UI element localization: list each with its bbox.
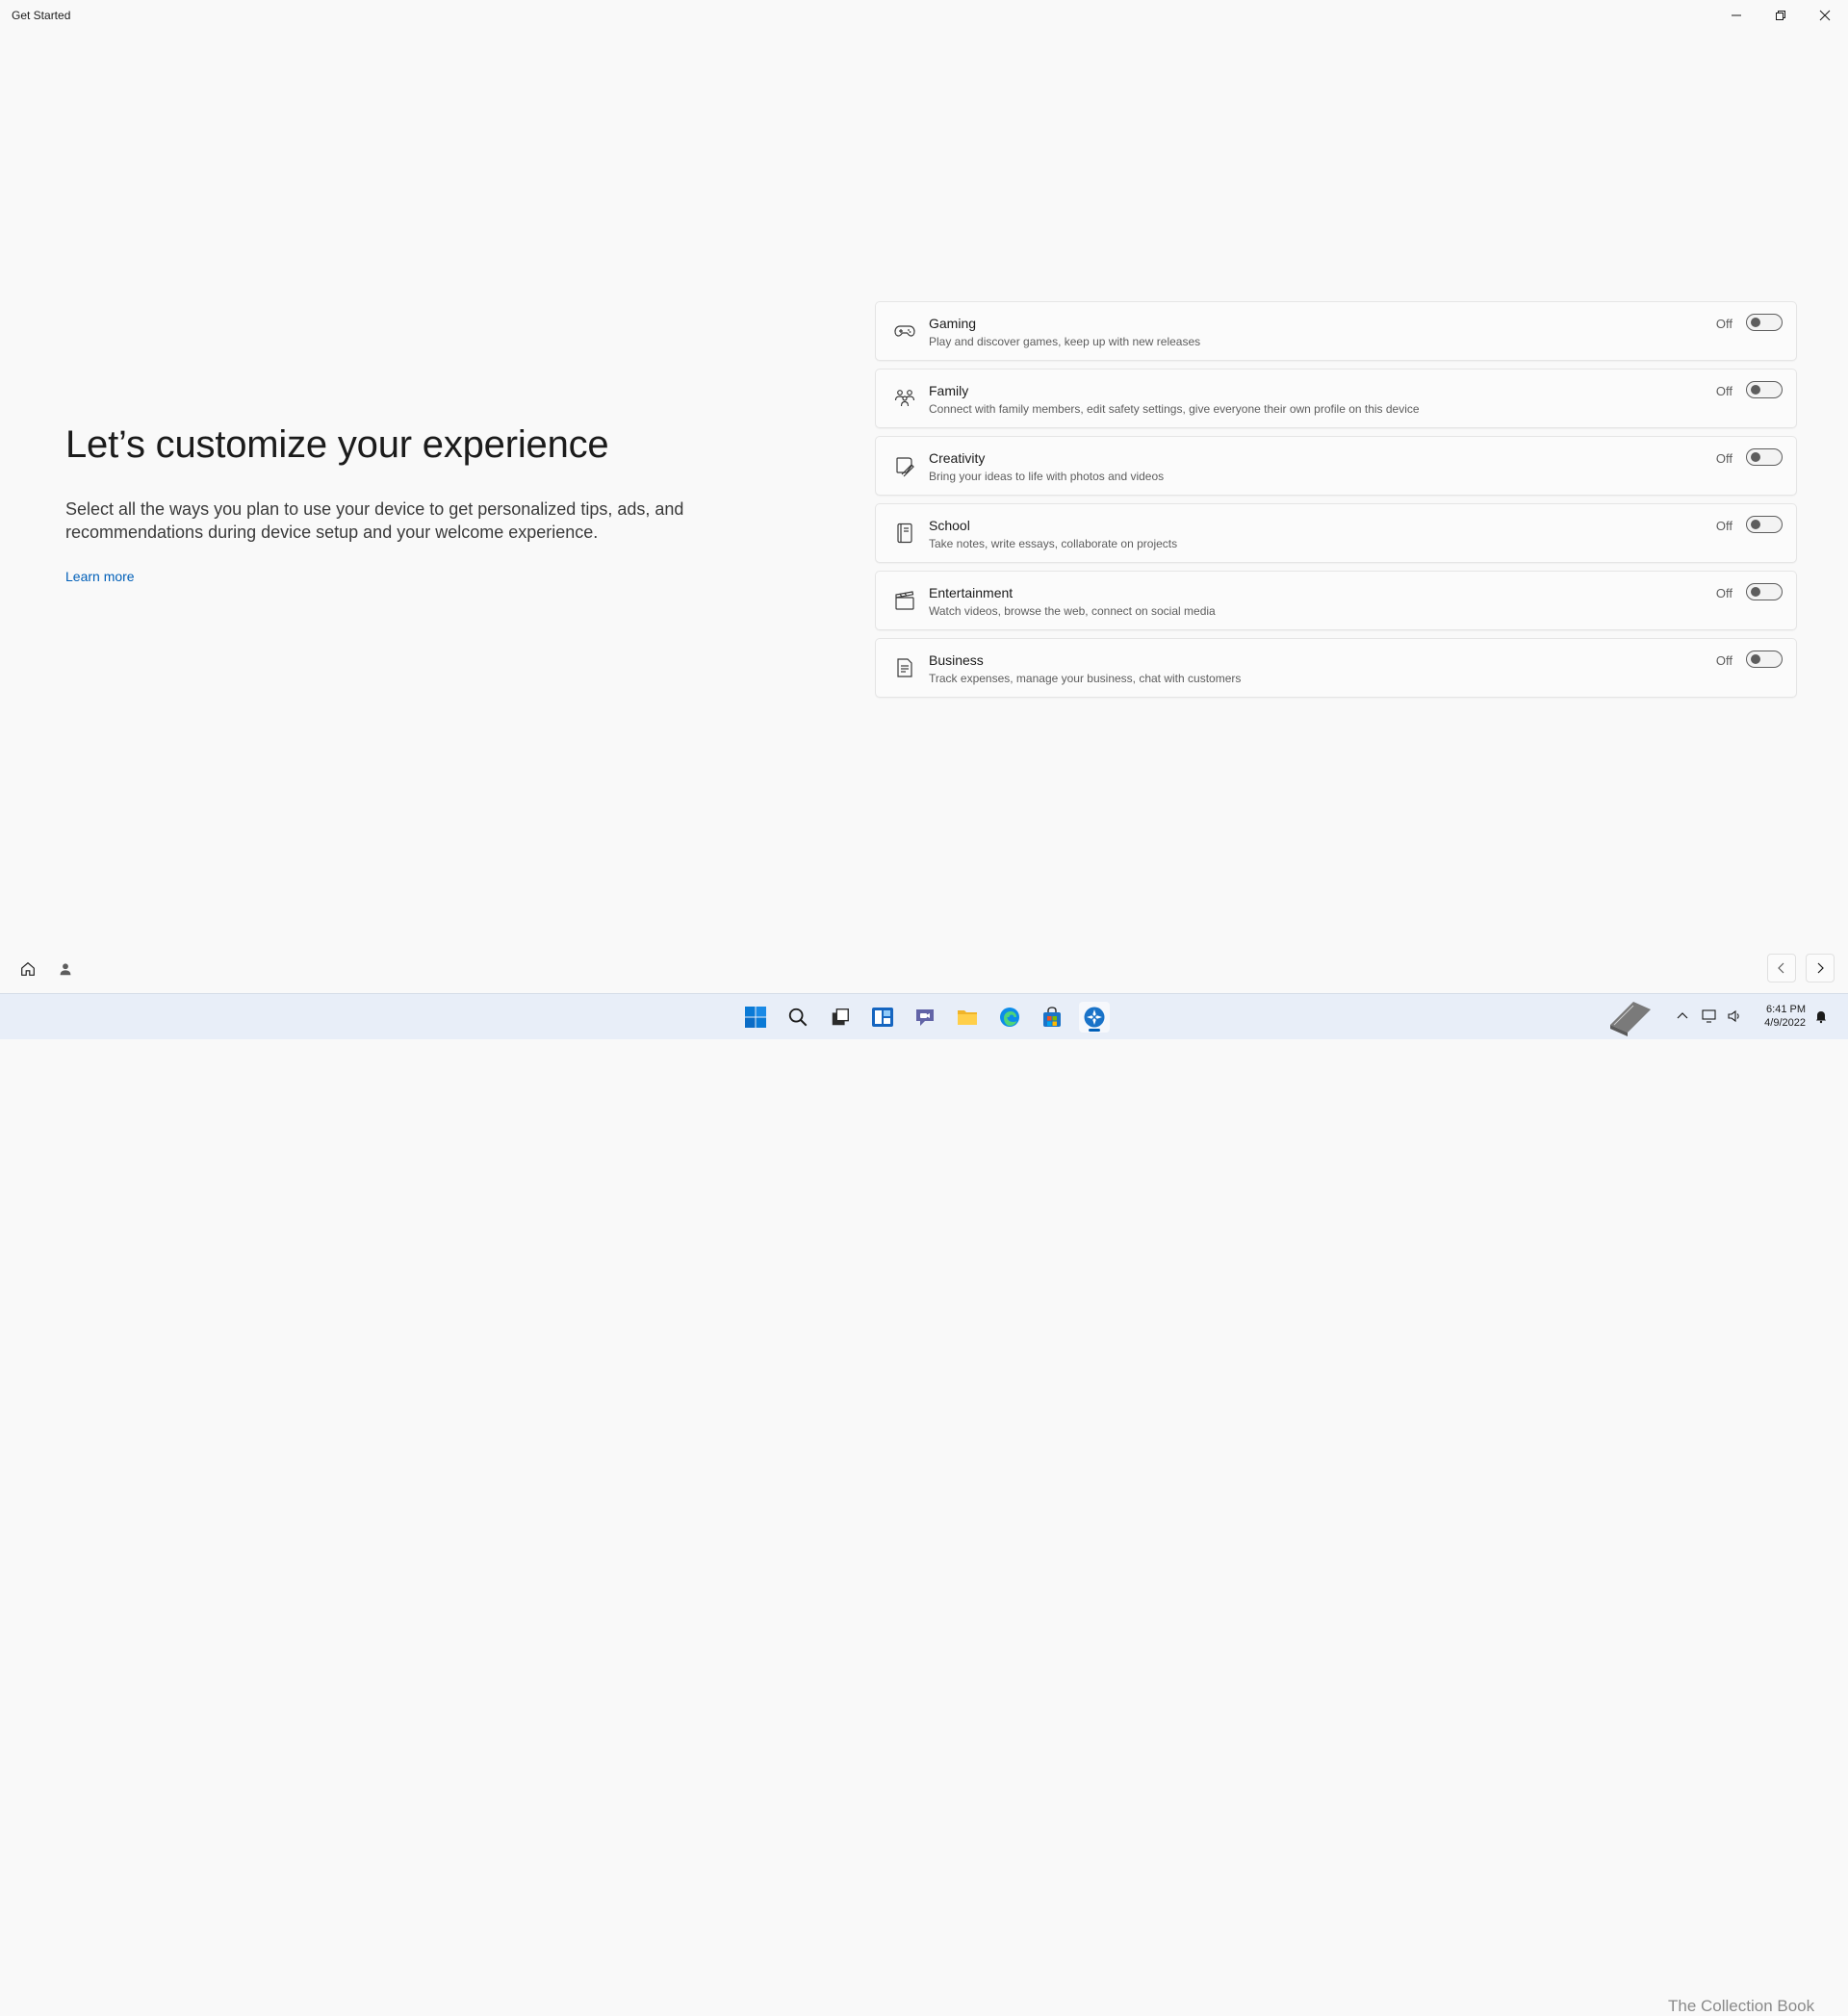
- watermark-text: The Collection Book: [1668, 1997, 1815, 2015]
- clock-date: 4/9/2022: [1764, 1017, 1806, 1029]
- previous-button[interactable]: [1767, 954, 1796, 982]
- file-explorer-icon: [958, 1010, 977, 1025]
- page-title: Let’s customize your experience: [65, 423, 609, 466]
- toggle-state-label: Off: [1715, 519, 1732, 533]
- family-icon: [893, 387, 916, 410]
- chevron-left-icon: [1778, 962, 1784, 974]
- get-started-icon: [1084, 1007, 1105, 1028]
- option-entertainment[interactable]: Entertainment Watch videos, browse the w…: [875, 571, 1797, 630]
- learn-more-link[interactable]: Learn more: [65, 569, 135, 584]
- toggle-knob: [1751, 385, 1760, 395]
- school-toggle[interactable]: [1746, 516, 1783, 533]
- gamepad-icon: [893, 319, 916, 343]
- chevron-up-icon[interactable]: [1675, 1008, 1690, 1024]
- home-button[interactable]: [16, 957, 39, 981]
- gaming-toggle[interactable]: [1746, 314, 1783, 331]
- option-description: Connect with family members, edit safety…: [929, 402, 1420, 416]
- option-description: Track expenses, manage your business, ch…: [929, 672, 1242, 685]
- clapperboard-icon: [893, 589, 916, 612]
- option-label: Business: [929, 652, 984, 668]
- minimize-icon: [1732, 14, 1741, 16]
- title-bar: Get Started: [0, 0, 1848, 31]
- option-label: Entertainment: [929, 585, 1014, 600]
- task-view-button[interactable]: [825, 1002, 856, 1033]
- widgets-button[interactable]: [867, 1002, 898, 1033]
- notebook-icon: [893, 522, 916, 545]
- document-icon: [893, 656, 916, 679]
- toggle-knob: [1751, 654, 1760, 664]
- edge-button[interactable]: [994, 1002, 1025, 1033]
- toggle-state-label: Off: [1715, 451, 1732, 466]
- display-icon[interactable]: [1702, 1008, 1717, 1024]
- toggle-knob: [1751, 452, 1760, 462]
- widgets-icon: [872, 1008, 893, 1027]
- store-icon: [1043, 1007, 1061, 1027]
- file-explorer-button[interactable]: [952, 1002, 983, 1033]
- edge-icon: [1000, 1008, 1019, 1027]
- toggle-knob: [1751, 587, 1760, 597]
- get-started-taskbar-button[interactable]: [1079, 1002, 1110, 1033]
- option-label: Family: [929, 383, 969, 398]
- chat-icon: [916, 1009, 934, 1026]
- store-button[interactable]: [1037, 1002, 1067, 1033]
- options-list: Gaming Play and discover games, keep up …: [875, 301, 1797, 705]
- option-description: Bring your ideas to life with photos and…: [929, 470, 1165, 483]
- toggle-state-label: Off: [1715, 317, 1732, 331]
- creativity-toggle[interactable]: [1746, 448, 1783, 466]
- next-button[interactable]: [1806, 954, 1835, 982]
- chat-button[interactable]: [910, 1002, 940, 1033]
- person-icon: [60, 963, 71, 976]
- family-toggle[interactable]: [1746, 381, 1783, 398]
- entertainment-toggle[interactable]: [1746, 583, 1783, 600]
- option-description: Play and discover games, keep up with ne…: [929, 335, 1201, 348]
- option-label: Gaming: [929, 316, 977, 331]
- page-description: Select all the ways you plan to use your…: [65, 499, 684, 542]
- option-creativity[interactable]: Creativity Bring your ideas to life with…: [875, 436, 1797, 496]
- option-description: Take notes, write essays, collaborate on…: [929, 537, 1178, 550]
- pen-icon: [893, 454, 916, 477]
- option-gaming[interactable]: Gaming Play and discover games, keep up …: [875, 301, 1797, 361]
- toggle-state-label: Off: [1715, 653, 1732, 668]
- chevron-right-icon: [1817, 962, 1824, 974]
- restore-button[interactable]: [1758, 0, 1803, 31]
- toggle-knob: [1751, 520, 1760, 529]
- toggle-state-label: Off: [1715, 384, 1732, 398]
- close-icon: [1819, 10, 1831, 21]
- option-school[interactable]: School Take notes, write essays, collabo…: [875, 503, 1797, 563]
- window-title: Get Started: [12, 9, 71, 22]
- start-icon: [745, 1007, 766, 1028]
- close-button[interactable]: [1803, 0, 1847, 31]
- taskbar: The Collection Book 6:41 PM 4/9/2022: [0, 993, 1848, 2015]
- clock[interactable]: 6:41 PM 4/9/2022: [1764, 1003, 1806, 1030]
- task-view-icon: [832, 1008, 849, 1026]
- toggle-state-label: Off: [1715, 586, 1732, 600]
- business-toggle[interactable]: [1746, 651, 1783, 668]
- volume-icon[interactable]: [1727, 1008, 1742, 1024]
- option-label: School: [929, 518, 970, 533]
- home-icon: [21, 961, 35, 976]
- book-watermark-icon: [1610, 1002, 1651, 1036]
- start-button[interactable]: [740, 1002, 771, 1033]
- notification-icon[interactable]: [1813, 1008, 1829, 1024]
- minimize-button[interactable]: [1714, 0, 1758, 31]
- active-indicator: [1089, 1029, 1100, 1032]
- option-family[interactable]: Family Connect with family members, edit…: [875, 369, 1797, 428]
- account-button[interactable]: [54, 957, 77, 981]
- toggle-knob: [1751, 318, 1760, 327]
- search-button[interactable]: [783, 1002, 813, 1033]
- clock-time: 6:41 PM: [1766, 1004, 1806, 1015]
- restore-icon: [1776, 11, 1785, 20]
- option-description: Watch videos, browse the web, connect on…: [929, 604, 1216, 618]
- intro-section: Let’s customize your experience Select a…: [65, 423, 739, 586]
- option-business[interactable]: Business Track expenses, manage your bus…: [875, 638, 1797, 698]
- option-label: Creativity: [929, 450, 986, 466]
- search-icon: [788, 1008, 808, 1027]
